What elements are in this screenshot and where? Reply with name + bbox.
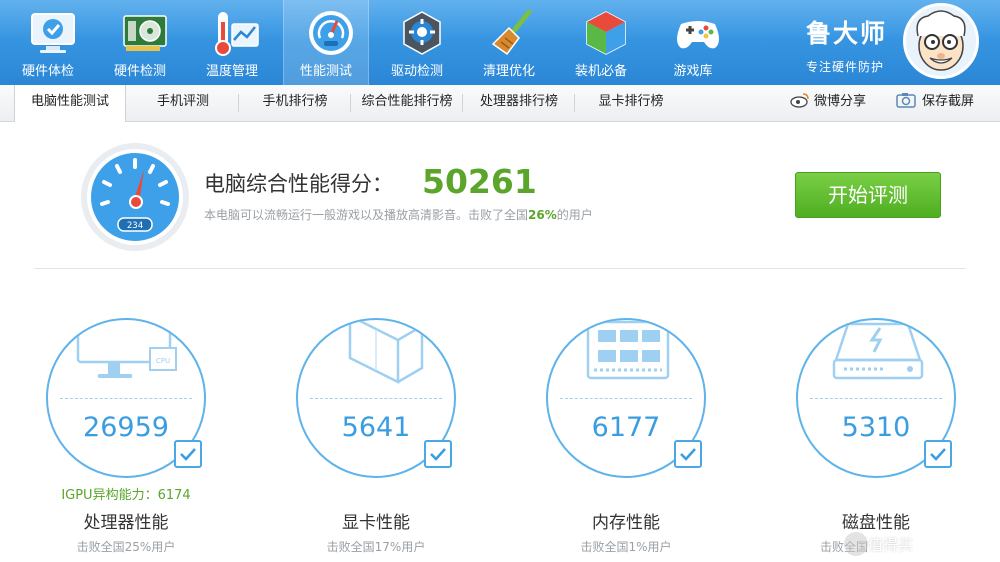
gamepad-icon [677, 21, 719, 49]
gear-disc-icon [403, 11, 441, 55]
speedometer-icon [309, 11, 353, 55]
cpu-beat-percent: 击败全国25%用户 [76, 540, 176, 554]
tab-separator [574, 94, 575, 112]
gpu-score: 5641 [341, 412, 411, 443]
score-desc-percent: 26% [528, 208, 557, 222]
cube-box-icon [586, 11, 626, 55]
score-title: 电脑综合性能得分： [204, 172, 393, 196]
card-dash-line [310, 398, 442, 399]
ludashi-avatar-icon [906, 6, 976, 76]
tool-label: 清理优化 [482, 64, 535, 79]
thermometer-chart-icon [215, 12, 259, 56]
avatar[interactable] [903, 3, 979, 79]
save-screenshot-button[interactable]: 保存截屏 [896, 85, 974, 121]
tool-game-library[interactable]: 游戏库 [651, 0, 735, 85]
tool-hardware-detect[interactable]: 硬件检测 [98, 0, 182, 85]
disk-title: 磁盘性能 [842, 513, 910, 533]
memory-score: 6177 [591, 412, 661, 443]
tool-label: 硬件检测 [113, 64, 166, 79]
tool-temperature[interactable]: 温度管理 [190, 0, 274, 85]
gpu-title: 显卡性能 [342, 513, 410, 533]
brand-name: 鲁大师 [806, 19, 888, 48]
main-toolbar: 硬件体检 硬件检测 温度管理 性能测试 驱动检测 清理优化 装机必备 游戏库 鲁… [0, 0, 1000, 85]
tab-gpu-ranking[interactable]: 显卡排行榜 [576, 85, 686, 121]
brand-slogan: 专注硬件防护 [806, 60, 885, 74]
tab-cpu-ranking[interactable]: 处理器排行榜 [464, 85, 574, 121]
graphics-cube-icon [348, 320, 424, 385]
tool-label: 硬件体检 [21, 64, 74, 79]
memory-chip-icon [586, 320, 670, 380]
score-value: 50261 [422, 162, 537, 201]
monitor-health-icon [31, 13, 75, 53]
tool-performance-test[interactable]: 性能测试 [283, 0, 369, 85]
svg-text:CPU: CPU [156, 357, 170, 365]
weibo-share-button[interactable]: 微博分享 [790, 85, 866, 121]
tool-label: 装机必备 [574, 64, 627, 79]
tool-label: 温度管理 [205, 64, 258, 79]
brand: 鲁大师 专注硬件防护 [806, 14, 887, 75]
tool-label: 驱动检测 [390, 64, 443, 79]
disk-drive-icon [832, 322, 924, 380]
score-desc-before: 本电脑可以流畅运行一般游戏以及播放高清影音。击败了全国 [204, 208, 529, 222]
section-divider [34, 268, 966, 269]
igpu-capability: IGPU异构能力：6174 [61, 488, 191, 503]
memory-title: 内存性能 [592, 513, 660, 533]
disk-score: 5310 [841, 412, 911, 443]
cpu-title: 处理器性能 [83, 513, 169, 533]
tab-phone-ranking[interactable]: 手机排行榜 [240, 85, 350, 121]
start-test-button[interactable]: 开始评测 [795, 172, 941, 218]
tab-bar: 电脑性能测试 手机评测 手机排行榜 综合性能排行榜 处理器排行榜 显卡排行榜 微… [0, 85, 1000, 122]
card-dash-line [810, 398, 942, 399]
card-dash-line [60, 398, 192, 399]
broom-icon [491, 9, 532, 56]
tab-separator [462, 94, 463, 112]
gpu-checkbox[interactable] [424, 440, 452, 468]
cpu-monitor-icon: CPU [76, 320, 177, 378]
tab-separator [350, 94, 351, 112]
cpu-checkbox[interactable] [174, 440, 202, 468]
watermark-icon [844, 532, 868, 556]
gpu-performance-card[interactable]: 5641 显卡性能 击败全国17%用户 [286, 318, 466, 562]
watermark: 值得买 [868, 536, 914, 554]
weibo-icon [790, 93, 809, 108]
checkmark-icon [930, 448, 946, 461]
tab-overall-ranking[interactable]: 综合性能排行榜 [352, 85, 462, 121]
checkmark-icon [180, 448, 196, 461]
performance-gauge-icon: 234 [81, 143, 189, 251]
tab-phone-review[interactable]: 手机评测 [128, 85, 238, 121]
tool-hardware-checkup[interactable]: 硬件体检 [6, 0, 90, 85]
tab-pc-performance[interactable]: 电脑性能测试 [14, 85, 126, 122]
gauge-digits: 234 [127, 221, 143, 231]
graphics-card-icon [123, 15, 167, 51]
checkmark-icon [680, 448, 696, 461]
tool-label: 游戏库 [673, 64, 713, 79]
tool-driver-detect[interactable]: 驱动检测 [375, 0, 459, 85]
score-description: 本电脑可以流畅运行一般游戏以及播放高清影音。击败了全国26%的用户 [204, 206, 593, 223]
disk-checkbox[interactable] [924, 440, 952, 468]
tool-clean-optimize[interactable]: 清理优化 [467, 0, 551, 85]
save-screenshot-label: 保存截屏 [922, 94, 975, 109]
tool-label: 性能测试 [299, 64, 352, 79]
memory-performance-card[interactable]: 6177 内存性能 击败全国1%用户 [536, 318, 716, 562]
cpu-performance-card[interactable]: CPU 26959 IGPU异构能力：6174 处理器性能 击败全国25%用户 [36, 318, 216, 562]
tool-install-essentials[interactable]: 装机必备 [559, 0, 643, 85]
disk-performance-card[interactable]: 5310 磁盘性能 击败全国 [786, 318, 966, 562]
card-dash-line [560, 398, 692, 399]
memory-beat-percent: 击败全国1%用户 [580, 540, 672, 554]
memory-checkbox[interactable] [674, 440, 702, 468]
weibo-share-label: 微博分享 [814, 94, 867, 109]
checkmark-icon [430, 448, 446, 461]
tab-separator [238, 94, 239, 112]
cpu-score: 26959 [83, 412, 169, 443]
camera-icon [896, 93, 916, 108]
gpu-beat-percent: 击败全国17%用户 [326, 540, 426, 554]
score-desc-after: 的用户 [556, 208, 593, 222]
